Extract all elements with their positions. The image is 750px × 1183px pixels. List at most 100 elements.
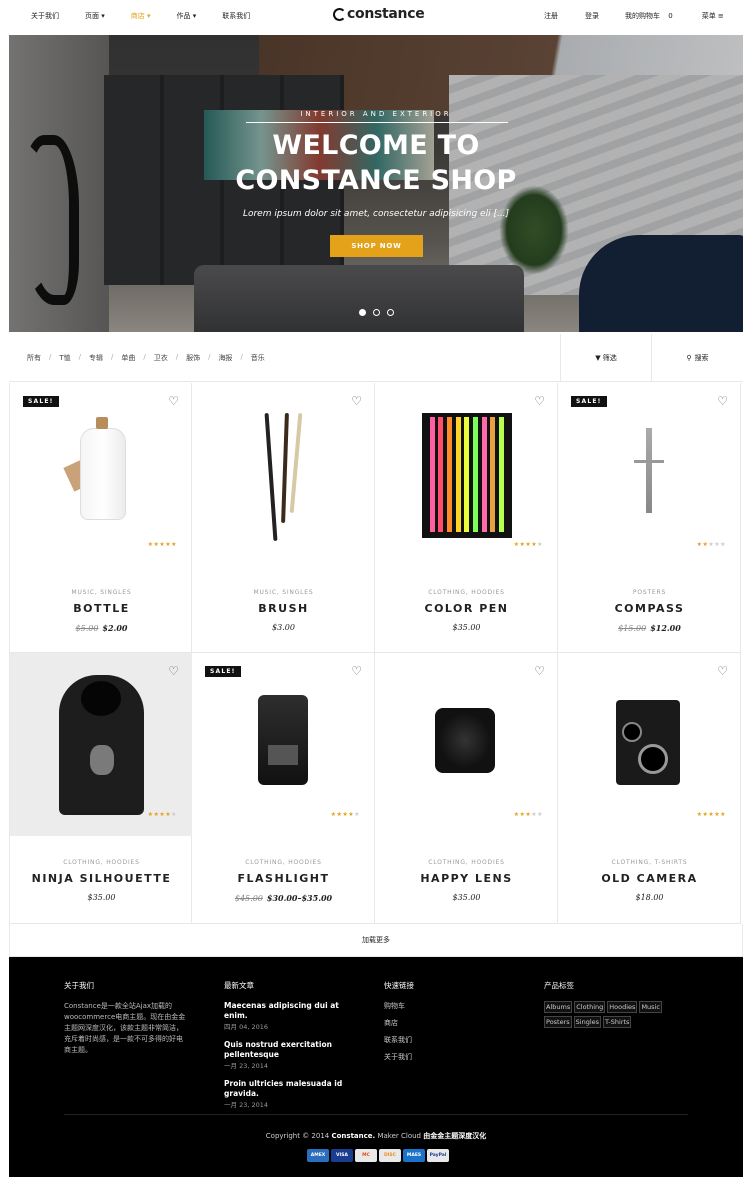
post-title[interactable]: Proin ultricies malesuada id gravida. [224, 1079, 364, 1099]
wishlist-heart-icon[interactable]: ♡ [351, 664, 362, 678]
footer-divider [64, 1114, 688, 1115]
cart-link[interactable]: 我的购物车 0 [625, 11, 673, 21]
product-image[interactable] [375, 653, 558, 836]
product-categories[interactable]: POSTERS [558, 589, 741, 596]
wishlist-heart-icon[interactable]: ♡ [351, 394, 362, 408]
footer-link-shop[interactable]: 商店 [384, 1018, 484, 1028]
product-image[interactable] [192, 383, 375, 566]
tag-clothing[interactable]: Clothing [574, 1001, 606, 1013]
category-all[interactable]: 所有 [27, 353, 41, 363]
nav-contact[interactable]: 联系我们 [222, 11, 250, 21]
category-clothing[interactable]: 服饰 [186, 353, 200, 363]
product-card[interactable]: ♡ ★★★★★ CLOTHING, HOODIES COLOR PEN $35.… [375, 383, 558, 653]
product-name[interactable]: OLD CAMERA [558, 872, 741, 885]
product-categories[interactable]: CLOTHING, HOODIES [375, 859, 558, 866]
rating-stars: ★★★★★ [513, 811, 543, 818]
product-name[interactable]: HAPPY LENS [375, 872, 558, 885]
hoodie-image [59, 675, 144, 815]
search-button[interactable]: ⚲ 搜索 [651, 334, 743, 382]
category-singles[interactable]: 单曲 [121, 353, 135, 363]
slider-dot-3[interactable] [387, 309, 394, 316]
category-posters[interactable]: 海报 [218, 353, 232, 363]
wishlist-heart-icon[interactable]: ♡ [168, 394, 179, 408]
product-card[interactable]: ♡ ★★★★★ CLOTHING, HOODIES NINJA SILHOUET… [9, 653, 193, 924]
product-image[interactable] [375, 383, 558, 566]
nav-pages[interactable]: 页面 ▾ [85, 11, 105, 21]
product-categories[interactable]: CLOTHING, T-SHIRTS [558, 859, 741, 866]
wishlist-heart-icon[interactable]: ♡ [534, 664, 545, 678]
product-name[interactable]: BOTTLE [10, 602, 193, 615]
product-categories[interactable]: CLOTHING, HOODIES [10, 859, 193, 866]
post-title[interactable]: Maecenas adipiscing dui at enim. [224, 1001, 364, 1021]
product-name[interactable]: COMPASS [558, 602, 741, 615]
product-card[interactable]: SALE! ♡ ★★★★★ POSTERS COMPASS $15.00 $12.… [558, 383, 741, 653]
login-link[interactable]: 登录 [585, 11, 599, 21]
category-music[interactable]: 音乐 [251, 353, 265, 363]
product-image[interactable] [558, 383, 741, 566]
load-more-button[interactable]: 加载更多 [9, 924, 743, 957]
tag-albums[interactable]: Albums [544, 1001, 573, 1013]
menu-button[interactable]: 菜单 ≡ [702, 11, 724, 21]
footer-link-about[interactable]: 关于我们 [384, 1052, 484, 1062]
category-tshirts[interactable]: T恤 [59, 353, 70, 363]
nav-shop[interactable]: 商店 ▾ [131, 11, 151, 21]
nav-works[interactable]: 作品 ▾ [177, 11, 197, 21]
site-logo[interactable]: constance [333, 6, 425, 22]
hero-subtitle: INTERIOR AND EXTERIOR [300, 110, 452, 118]
site-header: 关于我们 页面 ▾ 商店 ▾ 作品 ▾ 联系我们 constance 注册 登录… [0, 0, 750, 33]
slider-dot-1[interactable] [359, 309, 366, 316]
wishlist-heart-icon[interactable]: ♡ [717, 394, 728, 408]
filter-button[interactable]: ▼ 筛选 [560, 334, 651, 382]
product-name[interactable]: BRUSH [192, 602, 375, 615]
tag-singles[interactable]: Singles [573, 1016, 602, 1028]
category-albums[interactable]: 专辑 [89, 353, 103, 363]
user-nav: 注册 登录 我的购物车 0 菜单 ≡ [544, 11, 724, 21]
product-card[interactable]: SALE! ♡ ★★★★★ MUSIC, SINGLES BOTTLE $5.0… [9, 383, 192, 653]
product-image[interactable] [558, 653, 741, 836]
product-card[interactable]: ♡ MUSIC, SINGLES BRUSH $3.00 [192, 383, 375, 653]
footer-link-cart[interactable]: 购物车 [384, 1001, 484, 1011]
product-card[interactable]: SALE! ♡ ★★★★★ CLOTHING, HOODIES FLASHLIG… [192, 653, 375, 924]
footer-post[interactable]: Proin ultricies malesuada id gravida. 一月… [224, 1079, 364, 1109]
tag-cloud: Albums Clothing Hoodies Music Posters Si… [544, 1001, 684, 1031]
wishlist-heart-icon[interactable]: ♡ [534, 394, 545, 408]
copyright: Copyright © 2014 Constance. Maker Cloud … [9, 1131, 743, 1141]
footer-link-contact[interactable]: 联系我们 [384, 1035, 484, 1045]
slider-dot-2[interactable] [373, 309, 380, 316]
product-categories[interactable]: MUSIC, SINGLES [10, 589, 193, 596]
product-name[interactable]: NINJA SILHOUETTE [10, 872, 193, 885]
wishlist-heart-icon[interactable]: ♡ [168, 664, 179, 678]
category-hoodies[interactable]: 卫衣 [154, 353, 168, 363]
tag-music[interactable]: Music [639, 1001, 662, 1013]
product-price: $3.00 [272, 623, 295, 632]
copyright-translator[interactable]: 由金金主题深度汉化 [423, 1132, 486, 1140]
product-categories[interactable]: CLOTHING, HOODIES [192, 859, 375, 866]
tag-hoodies[interactable]: Hoodies [607, 1001, 638, 1013]
product-image[interactable] [10, 653, 193, 836]
post-title[interactable]: Quis nostrud exercitation pellentesque [224, 1040, 364, 1060]
pencil [464, 417, 470, 532]
compass-image [634, 428, 664, 513]
product-card[interactable]: ♡ ★★★★★ CLOTHING, HOODIES HAPPY LENS $35… [375, 653, 558, 924]
copyright-brand[interactable]: Constance. [331, 1132, 375, 1140]
product-price: $45.00 $30.00–$35.00 [192, 893, 375, 903]
product-categories[interactable]: CLOTHING, HOODIES [375, 589, 558, 596]
footer-post[interactable]: Maecenas adipiscing dui at enim. 四月 04, … [224, 1001, 364, 1031]
footer-recent-posts: 最新文章 Maecenas adipiscing dui at enim. 四月… [224, 980, 364, 1118]
shop-now-button[interactable]: SHOP NOW [330, 235, 423, 257]
nav-about[interactable]: 关于我们 [31, 11, 59, 21]
rating-stars: ★★★★★ [696, 811, 726, 818]
product-image[interactable] [10, 383, 193, 566]
wishlist-heart-icon[interactable]: ♡ [717, 664, 728, 678]
tag-posters[interactable]: Posters [544, 1016, 572, 1028]
product-categories[interactable]: MUSIC, SINGLES [192, 589, 375, 596]
product-card[interactable]: ♡ ★★★★★ CLOTHING, T-SHIRTS OLD CAMERA $1… [558, 653, 741, 924]
hero-title-line1: WELCOME TO [272, 130, 480, 161]
product-image[interactable] [192, 653, 375, 836]
old-price: $15.00 [618, 624, 647, 633]
tag-tshirts[interactable]: T-Shirts [603, 1016, 632, 1028]
product-name[interactable]: COLOR PEN [375, 602, 558, 615]
footer-post[interactable]: Quis nostrud exercitation pellentesque 一… [224, 1040, 364, 1070]
product-name[interactable]: FLASHLIGHT [192, 872, 375, 885]
register-link[interactable]: 注册 [544, 11, 558, 21]
